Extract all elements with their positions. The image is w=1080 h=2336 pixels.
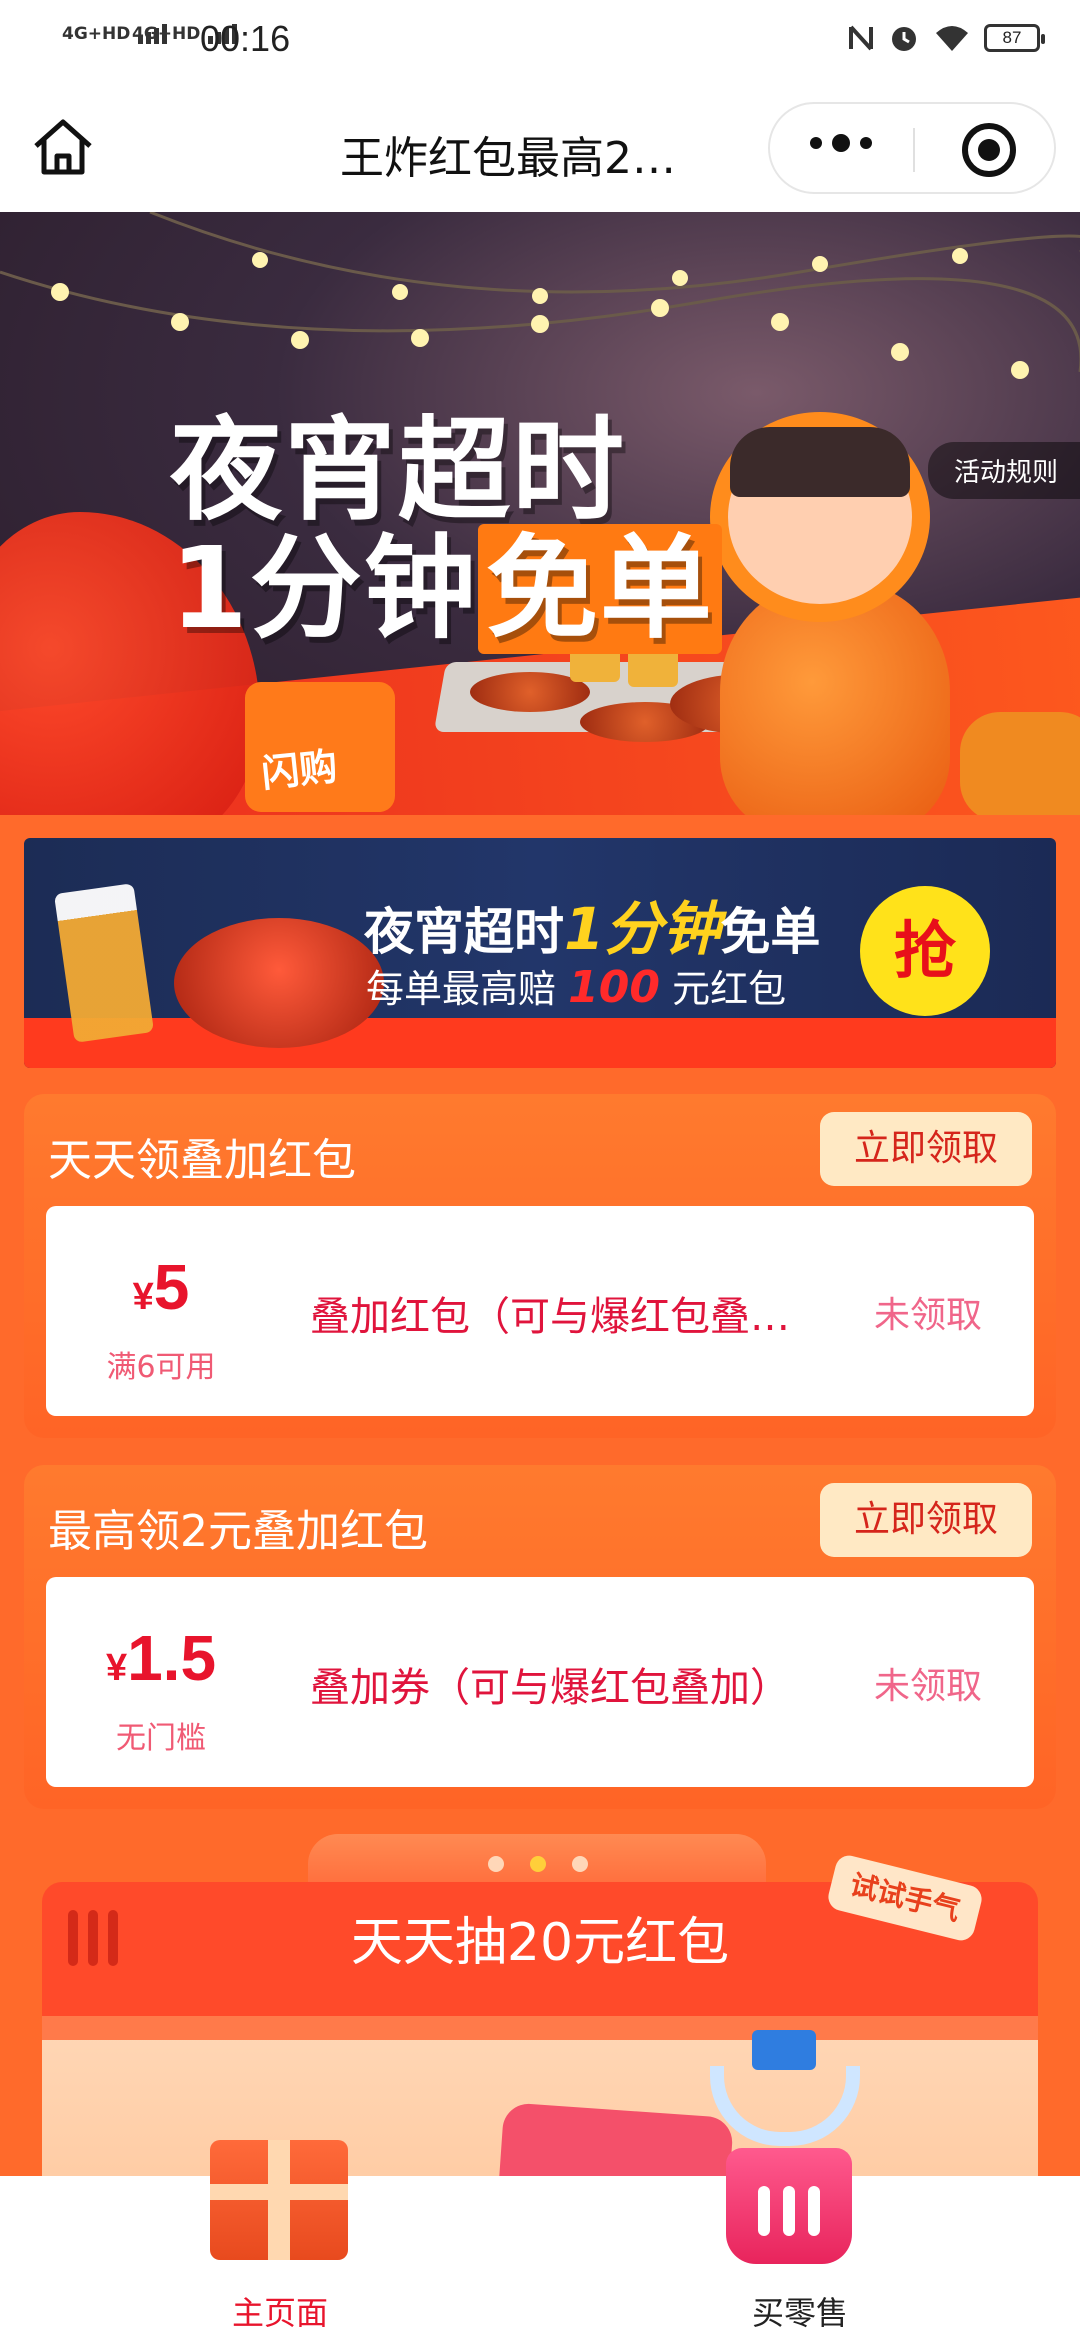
status-bar: 4G+HD 4G+HD 00:16 87 bbox=[0, 0, 1080, 80]
wifi-icon bbox=[936, 26, 968, 51]
basket-icon bbox=[726, 2148, 852, 2264]
box-label: 闪购 bbox=[259, 744, 340, 796]
coupon-card-daily: 天天领叠加红包 立即领取 ¥5 满6可用 叠加红包（可与爆红包叠… 未领取 bbox=[24, 1094, 1056, 1438]
promo-headline-a: 夜宵超时 bbox=[364, 903, 564, 961]
hero-headline-minute: 1分钟 bbox=[170, 524, 478, 654]
coupon-status: 未领取 bbox=[873, 1666, 982, 1707]
coupon-amount: ¥5 bbox=[46, 1250, 276, 1324]
promo-headline: 夜宵超时1分钟免单 bbox=[364, 882, 820, 966]
menu-capsule bbox=[768, 102, 1056, 194]
network-label-2: 4G+HD bbox=[132, 24, 201, 44]
coupon-condition: 满6可用 bbox=[106, 1350, 216, 1385]
promo-red-strip bbox=[24, 1018, 1056, 1068]
currency-symbol: ¥ bbox=[105, 1647, 128, 1689]
scooter-illustration bbox=[960, 712, 1080, 815]
promo-subline-a: 每单最高赔 bbox=[366, 967, 557, 1011]
mini-program-nav-bar: 王炸红包最高2… bbox=[0, 80, 1080, 212]
tab-home[interactable]: 主页面 bbox=[130, 2140, 430, 2336]
grab-button[interactable]: 抢 bbox=[860, 886, 990, 1016]
nfc-icon bbox=[849, 25, 873, 51]
promo-subline-c: 元红包 bbox=[672, 967, 787, 1011]
hero-headline-line2: 1分钟免单 bbox=[170, 524, 722, 654]
activity-rules-button[interactable]: 活动规则 bbox=[927, 442, 1080, 499]
more-dots-icon[interactable] bbox=[810, 134, 872, 152]
battery-icon: 87 bbox=[984, 24, 1045, 52]
coupon-item[interactable]: ¥1.5 无门槛 叠加券（可与爆红包叠加） 未领取 bbox=[46, 1577, 1034, 1787]
coupon-status: 未领取 bbox=[873, 1295, 982, 1336]
coupon-card-max2: 最高领2元叠加红包 立即领取 ¥1.5 无门槛 叠加券（可与爆红包叠加） 未领取 bbox=[24, 1465, 1056, 1809]
hero-banner: 闪购 夜宵超时 1分钟免单 活动规则 bbox=[0, 212, 1080, 815]
amount-value: 1.5 bbox=[127, 1622, 217, 1694]
lottery-section[interactable]: 天天抽20元红包 试试手气 bbox=[0, 1830, 1080, 2190]
home-icon[interactable] bbox=[30, 116, 96, 178]
bottom-tab-bar: 主页面 买零售 bbox=[0, 2140, 1080, 2336]
clock: 00:16 bbox=[200, 18, 291, 59]
coupon-name: 叠加红包（可与爆红包叠… bbox=[310, 1294, 790, 1340]
currency-symbol: ¥ bbox=[132, 1276, 154, 1318]
status-icons: 87 bbox=[848, 22, 1045, 54]
card-title: 天天领叠加红包 bbox=[48, 1135, 356, 1186]
tab-home-label: 主页面 bbox=[231, 2294, 328, 2332]
tab-retail-label: 买零售 bbox=[751, 2294, 848, 2332]
card-title: 最高领2元叠加红包 bbox=[48, 1506, 428, 1557]
promo-amount: 100 bbox=[568, 962, 660, 1013]
hero-headline-free: 免单 bbox=[477, 524, 722, 654]
hero-headline: 夜宵超时 1分钟免单 bbox=[170, 406, 722, 654]
gift-box-icon bbox=[210, 2140, 348, 2260]
claim-now-button[interactable]: 立即领取 bbox=[820, 1112, 1032, 1186]
amount-value: 5 bbox=[153, 1251, 190, 1323]
coupon-amount: ¥1.5 bbox=[46, 1621, 276, 1695]
promo-headline-c: 免单 bbox=[720, 903, 821, 961]
claw-icon bbox=[752, 2030, 816, 2070]
coupon-name: 叠加券（可与爆红包叠加） bbox=[310, 1665, 790, 1711]
promo-subline: 每单最高赔 100 元红包 bbox=[366, 958, 786, 1013]
mascot-visor-illustration bbox=[730, 427, 910, 497]
battery-level: 87 bbox=[1002, 28, 1022, 47]
coupon-item[interactable]: ¥5 满6可用 叠加红包（可与爆红包叠… 未领取 bbox=[46, 1206, 1034, 1416]
promo-banner[interactable]: 夜宵超时1分钟免单 每单最高赔 100 元红包 抢 bbox=[24, 838, 1056, 1068]
promo-headline-b: 1分钟 bbox=[564, 895, 721, 963]
network-label-1: 4G+HD bbox=[62, 24, 131, 44]
capsule-divider bbox=[913, 128, 915, 172]
claim-now-button[interactable]: 立即领取 bbox=[820, 1483, 1032, 1557]
delivery-box-illustration: 闪购 bbox=[245, 682, 395, 812]
alarm-icon bbox=[892, 27, 916, 51]
hero-headline-line1: 夜宵超时 bbox=[170, 406, 626, 536]
tab-retail[interactable]: 买零售 bbox=[650, 2148, 950, 2336]
page-title: 王炸红包最高2… bbox=[340, 133, 676, 184]
coupon-condition: 无门槛 bbox=[116, 1721, 206, 1756]
close-target-icon[interactable] bbox=[962, 123, 1016, 177]
crayfish-bowl-illustration bbox=[174, 918, 384, 1048]
